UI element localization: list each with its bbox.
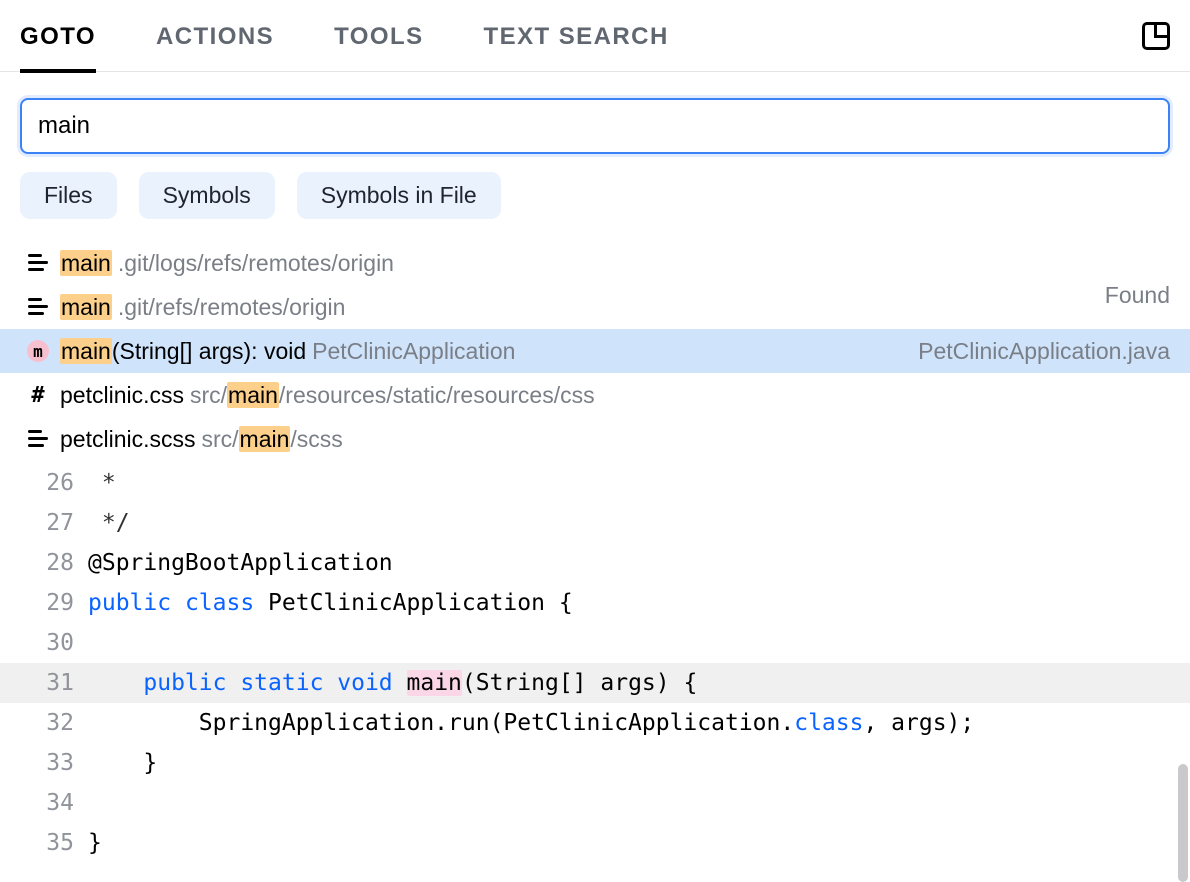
code-line[interactable]: 34 <box>0 783 1190 823</box>
file-icon <box>24 298 52 316</box>
code-content: } <box>88 743 157 783</box>
top-tabs: GOTO ACTIONS TOOLS TEXT SEARCH <box>0 0 1190 72</box>
tab-goto[interactable]: GOTO <box>20 0 96 73</box>
result-path: PetClinicApplication <box>312 338 515 365</box>
result-main: main <box>60 294 112 321</box>
line-number: 34 <box>0 783 88 823</box>
result-main: main <box>60 250 112 277</box>
filter-chips: Files Symbols Symbols in File <box>0 172 1190 239</box>
code-line[interactable]: 29public class PetClinicApplication { <box>0 583 1190 623</box>
code-line[interactable]: 30 <box>0 623 1190 663</box>
line-number: 35 <box>0 823 88 863</box>
result-row[interactable]: # petclinic.css src/main/resources/static… <box>0 373 1190 417</box>
result-main: petclinic.scss <box>60 426 195 453</box>
result-row[interactable]: main .git/logs/refs/remotes/origin <box>0 241 1190 285</box>
line-number: 27 <box>0 503 88 543</box>
code-content: @SpringBootApplication <box>88 543 393 583</box>
result-row[interactable]: main .git/refs/remotes/origin <box>0 285 1190 329</box>
result-main: petclinic.css <box>60 382 184 409</box>
code-content: public static void main(String[] args) { <box>88 663 697 703</box>
code-line[interactable]: 32 SpringApplication.run(PetClinicApplic… <box>0 703 1190 743</box>
search-input[interactable] <box>20 98 1170 154</box>
code-content: * <box>88 463 116 503</box>
code-content: } <box>88 823 102 863</box>
line-number: 28 <box>0 543 88 583</box>
file-icon <box>24 254 52 272</box>
method-icon: m <box>24 340 52 362</box>
line-number: 31 <box>0 663 88 703</box>
line-number: 26 <box>0 463 88 503</box>
line-number: 32 <box>0 703 88 743</box>
result-row[interactable]: m main(String[] args): void PetClinicAppl… <box>0 329 1190 373</box>
code-line[interactable]: 28@SpringBootApplication <box>0 543 1190 583</box>
line-number: 29 <box>0 583 88 623</box>
result-main: main(String[] args): void <box>60 338 306 365</box>
result-path: .git/refs/remotes/origin <box>118 294 346 321</box>
line-number: 33 <box>0 743 88 783</box>
result-path: src/main/resources/static/resources/css <box>190 382 595 409</box>
tab-tools[interactable]: TOOLS <box>334 0 423 73</box>
code-line[interactable]: 35} <box>0 823 1190 863</box>
search-results: main .git/logs/refs/remotes/originmain .… <box>0 239 1190 463</box>
result-row[interactable]: petclinic.scss src/main/scss <box>0 417 1190 461</box>
result-path: src/main/scss <box>201 426 342 453</box>
search-wrap <box>0 72 1190 172</box>
code-preview: 26 *27 */28@SpringBootApplication29publi… <box>0 463 1190 863</box>
scrollbar-thumb[interactable] <box>1178 764 1188 882</box>
code-line[interactable]: 27 */ <box>0 503 1190 543</box>
code-content: */ <box>88 503 130 543</box>
file-icon <box>24 430 52 448</box>
chip-symbols-in-file[interactable]: Symbols in File <box>297 172 501 219</box>
result-path: .git/logs/refs/remotes/origin <box>118 250 394 277</box>
code-line[interactable]: 31 public static void main(String[] args… <box>0 663 1190 703</box>
detach-window-icon[interactable] <box>1142 22 1170 50</box>
code-line[interactable]: 26 * <box>0 463 1190 503</box>
tab-actions[interactable]: ACTIONS <box>156 0 274 73</box>
code-content: public class PetClinicApplication { <box>88 583 573 623</box>
code-line[interactable]: 33 } <box>0 743 1190 783</box>
status-found-label: Found <box>1105 282 1170 309</box>
tab-text-search[interactable]: TEXT SEARCH <box>484 0 669 73</box>
chip-files[interactable]: Files <box>20 172 117 219</box>
chip-symbols[interactable]: Symbols <box>139 172 275 219</box>
code-content: SpringApplication.run(PetClinicApplicati… <box>88 703 974 743</box>
result-location: PetClinicApplication.java <box>918 338 1170 365</box>
line-number: 30 <box>0 623 88 663</box>
stylesheet-icon: # <box>24 383 52 408</box>
